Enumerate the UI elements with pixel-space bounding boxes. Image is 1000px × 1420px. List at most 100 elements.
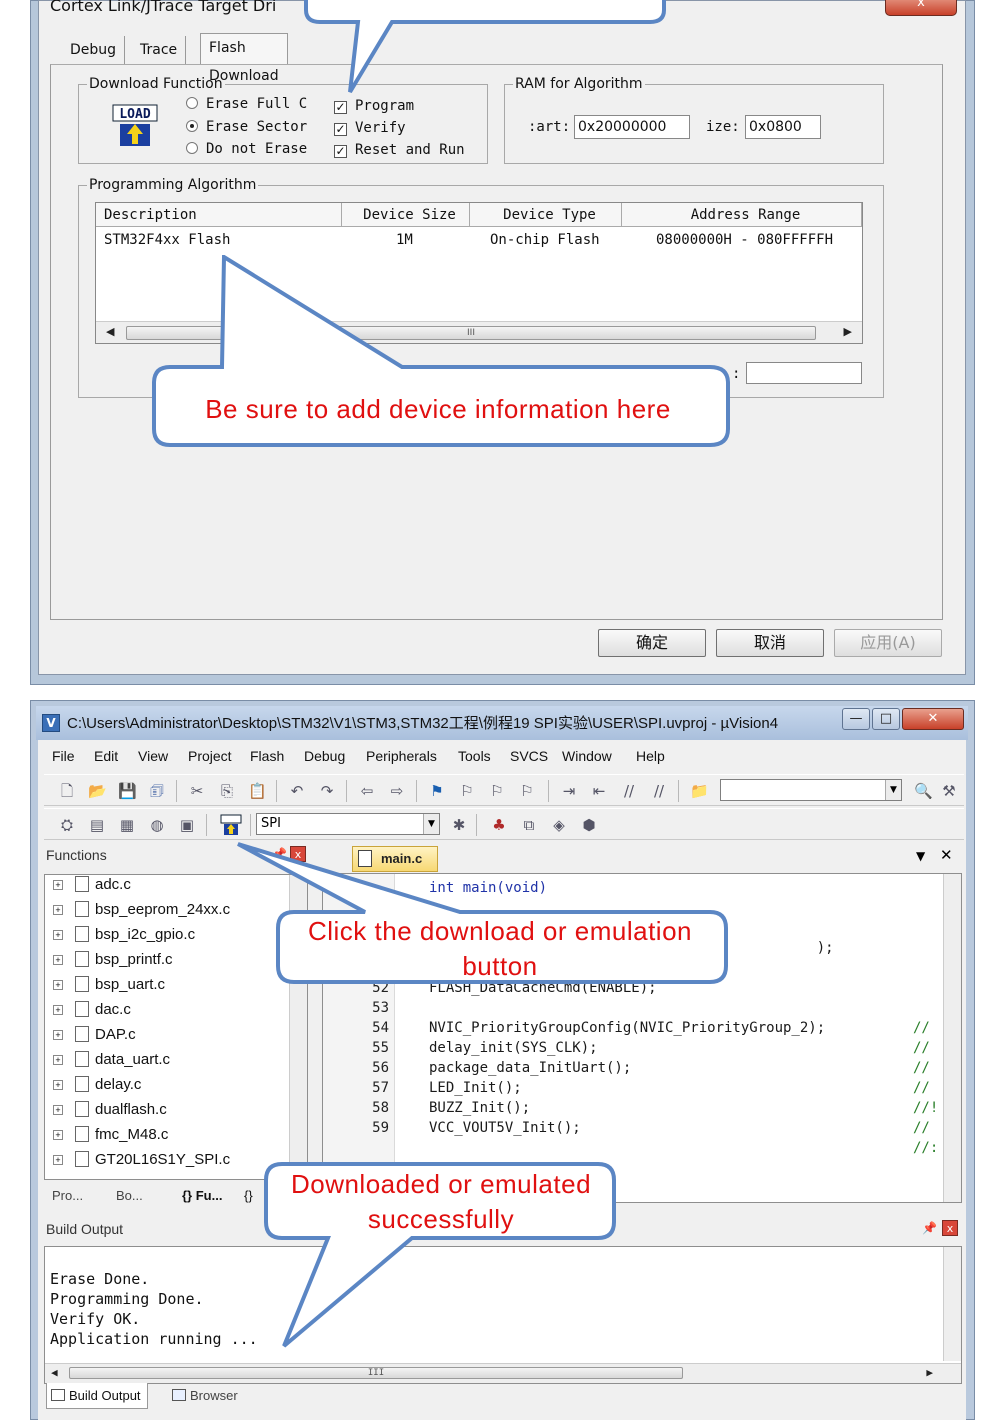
scroll-thumb[interactable]: III <box>69 1367 683 1379</box>
comment-icon[interactable]: // <box>620 782 638 800</box>
list-item[interactable]: + bsp_uart.c <box>53 976 165 1001</box>
next-bookmark-icon[interactable]: ⚐ <box>488 782 506 800</box>
clear-bookmarks-icon[interactable]: ⚐ <box>518 782 536 800</box>
editor-scrollbar[interactable] <box>943 874 961 1202</box>
tab-books[interactable]: Bo... <box>112 1183 143 1209</box>
rebuild-icon[interactable]: ▦ <box>118 816 136 834</box>
tab-functions[interactable]: {} Fu... <box>178 1183 222 1209</box>
chevron-down-icon[interactable]: ▼ <box>423 814 439 834</box>
target-select[interactable]: SPI ▼ <box>256 813 440 835</box>
list-item[interactable]: + fmc_M48.c <box>53 1126 168 1151</box>
new-file-icon[interactable]: 🗋 <box>58 782 76 800</box>
load-icon[interactable]: LOAD <box>112 104 158 148</box>
col-address-range[interactable]: Address Range <box>622 203 862 227</box>
output-hscrollbar[interactable]: ◀ III ▶ <box>45 1363 961 1383</box>
list-item[interactable]: + delay.c <box>53 1076 141 1101</box>
tab-browser[interactable]: Browser <box>168 1383 238 1409</box>
list-item[interactable]: + bsp_printf.c <box>53 951 173 976</box>
scroll-right-icon[interactable]: ▶ <box>926 1366 933 1379</box>
radio-erase-sector[interactable]: Erase Sector <box>186 119 307 135</box>
col-description[interactable]: Description <box>96 203 342 227</box>
target-options-icon[interactable]: ✱ <box>450 816 468 834</box>
list-item[interactable]: + dualflash.c <box>53 1101 167 1126</box>
translate-icon[interactable]: ⛭ <box>58 816 76 834</box>
menu-flash[interactable]: Flash <box>250 748 284 764</box>
ok-button[interactable]: 确定 <box>598 629 706 657</box>
output-vscrollbar[interactable] <box>943 1247 961 1361</box>
list-item[interactable]: + DAP.c <box>53 1026 136 1051</box>
col-device-size[interactable]: Device Size <box>342 203 470 227</box>
tab-flash-download[interactable]: Flash Download <box>200 33 288 84</box>
menu-edit[interactable]: Edit <box>94 748 118 764</box>
chevron-down-icon[interactable]: ▼ <box>916 849 925 863</box>
menu-view[interactable]: View <box>138 748 168 764</box>
build-icon[interactable]: ▤ <box>88 816 106 834</box>
minimize-button[interactable]: — <box>842 708 870 730</box>
row-description[interactable]: STM32F4xx Flash <box>104 232 230 248</box>
radio-do-not-erase[interactable]: Do not Erase <box>186 141 307 157</box>
scroll-right-icon[interactable]: ▶ <box>844 325 852 338</box>
indent-icon[interactable]: ⇥ <box>560 782 578 800</box>
tab-build-output[interactable]: Build Output <box>46 1383 148 1409</box>
batch-build-icon[interactable]: ◍ <box>148 816 166 834</box>
menu-help[interactable]: Help <box>636 748 665 764</box>
list-item[interactable]: + bsp_i2c_gpio.c <box>53 926 195 951</box>
tab-trace[interactable]: Trace <box>132 36 187 64</box>
list-item[interactable]: + adc.c <box>53 876 131 901</box>
apply-button[interactable]: 应用(A) <box>834 629 942 657</box>
checkbox-reset-and-run[interactable]: ✓ Reset and Run <box>334 142 465 158</box>
radio-erase-full-chip[interactable]: Erase Full C <box>186 96 307 112</box>
list-item[interactable]: + dac.c <box>53 1001 131 1026</box>
menu-svcs[interactable]: SVCS <box>510 748 548 764</box>
window-close-button[interactable]: ✕ <box>902 708 964 730</box>
paste-icon[interactable]: 📋 <box>248 782 267 800</box>
close-pane-icon[interactable]: x <box>942 1220 958 1236</box>
list-item[interactable]: + GT20L16S1Y_SPI.c <box>53 1151 230 1176</box>
find-icon[interactable]: 🔍 <box>914 782 933 800</box>
tab-project[interactable]: Pro... <box>48 1183 83 1209</box>
scroll-left-icon[interactable]: ◀ <box>106 325 114 338</box>
manage-components-icon[interactable]: ♣ <box>490 816 508 834</box>
undo-icon[interactable]: ↶ <box>288 782 306 800</box>
bookmark-icon[interactable]: ⚑ <box>428 782 446 800</box>
list-item[interactable]: + bsp_eeprom_24xx.c <box>53 901 230 926</box>
diamond-icon[interactable]: ◈ <box>550 816 568 834</box>
col-device-type[interactable]: Device Type <box>470 203 622 227</box>
open-folder-icon[interactable]: 📂 <box>88 782 107 800</box>
menu-peripherals[interactable]: Peripherals <box>366 748 437 764</box>
prev-bookmark-icon[interactable]: ⚐ <box>458 782 476 800</box>
algorithm-field-input[interactable] <box>746 362 862 384</box>
ram-size-input[interactable]: 0x0800 <box>745 115 821 139</box>
cancel-button[interactable]: 取消 <box>716 629 824 657</box>
save-icon[interactable]: 💾 <box>118 782 137 800</box>
uncomment-icon[interactable]: // <box>650 782 668 800</box>
checkbox-verify[interactable]: ✓ Verify <box>334 120 406 136</box>
scroll-left-icon[interactable]: ◀ <box>51 1366 58 1379</box>
maximize-button[interactable]: □ <box>872 708 900 730</box>
tab-debug[interactable]: Debug <box>62 36 126 64</box>
menu-tools[interactable]: Tools <box>458 748 491 764</box>
menu-file[interactable]: File <box>52 748 75 764</box>
menu-debug[interactable]: Debug <box>304 748 345 764</box>
menu-project[interactable]: Project <box>188 748 232 764</box>
search-combo[interactable]: ▼ <box>720 779 902 801</box>
redo-icon[interactable]: ↷ <box>318 782 336 800</box>
checkbox-program[interactable]: ✓ Program <box>334 98 414 114</box>
pin-icon[interactable]: 📌 <box>922 1221 937 1235</box>
close-editor-icon[interactable]: ✕ <box>940 846 953 864</box>
stop-build-icon[interactable]: ▣ <box>178 816 196 834</box>
pack-installer-icon[interactable]: ⬢ <box>580 816 598 834</box>
list-item[interactable]: + data_uart.c <box>53 1051 170 1076</box>
unindent-icon[interactable]: ⇤ <box>590 782 608 800</box>
download-load-icon[interactable] <box>220 814 242 836</box>
copy-icon[interactable]: ⎘ <box>218 782 236 800</box>
nav-forward-icon[interactable]: ⇨ <box>388 782 406 800</box>
nav-back-icon[interactable]: ⇦ <box>358 782 376 800</box>
dialog-close-button[interactable]: x <box>885 0 957 16</box>
file-extensions-icon[interactable]: ⧉ <box>520 816 538 834</box>
tab-templates[interactable]: {} <box>240 1183 253 1209</box>
chevron-down-icon[interactable]: ▼ <box>885 780 901 800</box>
cut-icon[interactable]: ✂ <box>188 782 206 800</box>
menu-window[interactable]: Window <box>562 748 612 764</box>
save-all-icon[interactable]: 🗊 <box>148 782 166 800</box>
